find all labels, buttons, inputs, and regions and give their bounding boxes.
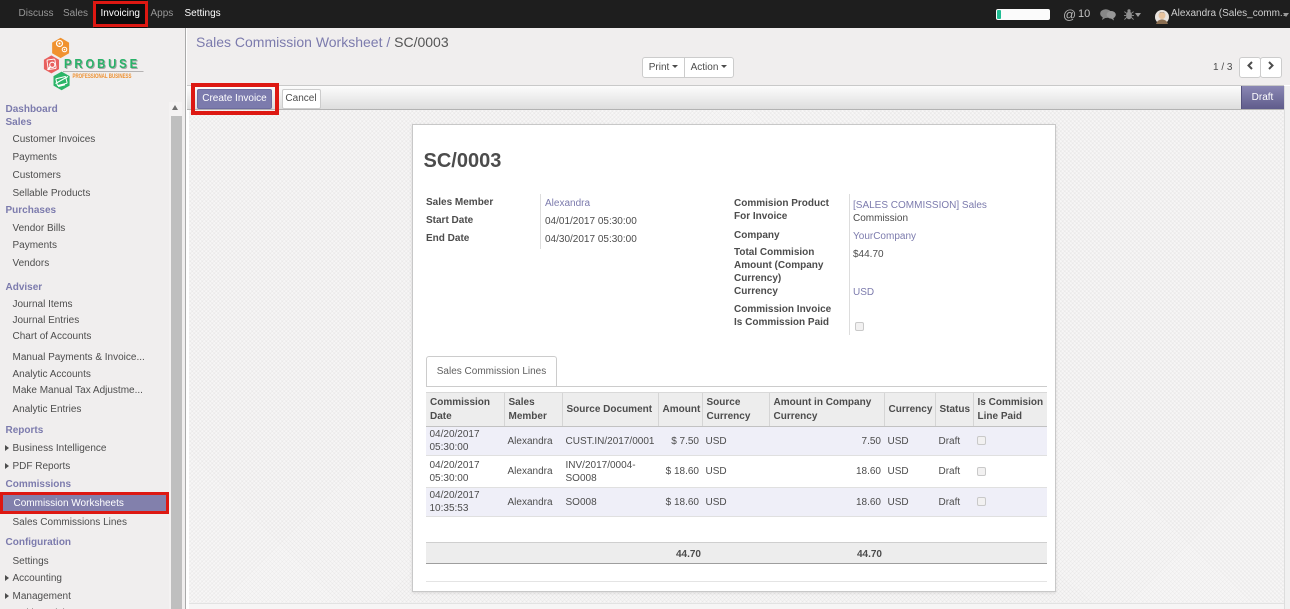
svg-text:PROBUSE: PROBUSE — [64, 57, 140, 71]
svg-text:PROFESSIONAL BUSINESS: PROFESSIONAL BUSINESS — [73, 74, 132, 80]
